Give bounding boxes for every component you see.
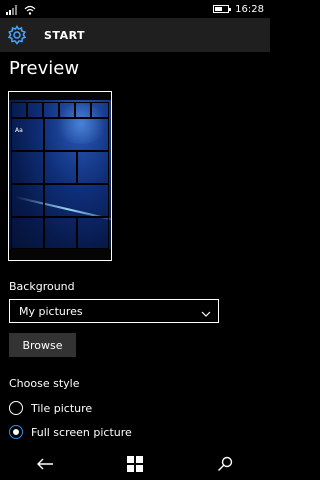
choose-style-label: Choose style [9, 377, 80, 390]
status-left [6, 0, 36, 19]
signal-icon [6, 0, 18, 19]
gear-icon[interactable] [0, 18, 34, 52]
radio-tile-picture[interactable]: Tile picture [9, 401, 92, 415]
background-label: Background [9, 280, 75, 293]
wifi-icon [24, 0, 36, 19]
app-bar: START [0, 18, 270, 52]
navigation-bar [0, 448, 270, 480]
preview-tile [77, 217, 109, 249]
status-right: 16:28 [213, 4, 264, 15]
preview-tile-label: Aa [15, 127, 23, 134]
preview-tile [44, 151, 77, 184]
radio-dot [13, 429, 19, 435]
background-select-value: My pictures [19, 304, 83, 318]
preview-tile [11, 184, 44, 217]
preview-tile [11, 151, 44, 184]
browse-button[interactable]: Browse [9, 333, 76, 357]
preview-tile [44, 184, 109, 217]
preview-tile [77, 151, 109, 184]
radio-button[interactable] [9, 401, 23, 415]
app-title: START [44, 28, 86, 42]
status-bar: 16:28 [0, 0, 270, 18]
radio-label: Tile picture [31, 401, 93, 415]
radio-full-screen-picture[interactable]: Full screen picture [9, 425, 132, 439]
radio-label: Full screen picture [31, 425, 132, 439]
preview-tile [91, 102, 109, 118]
preview-tile [59, 102, 75, 118]
preview-tile [11, 102, 27, 118]
preview-tile [44, 217, 77, 249]
preview-tile [43, 102, 59, 118]
status-time: 16:28 [235, 3, 264, 15]
preview-tile-aa: Aa [11, 118, 44, 151]
chevron-down-icon [201, 302, 211, 321]
battery-icon [213, 5, 232, 13]
radio-button-selected[interactable] [9, 425, 23, 439]
background-select[interactable]: My pictures [9, 299, 219, 323]
preview-status-bar [9, 92, 111, 100]
preview-tile [75, 102, 91, 118]
preview-tile [44, 118, 109, 151]
preview-frame: Aa [8, 91, 112, 261]
battery-fill [215, 7, 223, 11]
page-title: Preview [9, 58, 80, 79]
search-icon[interactable] [200, 448, 250, 480]
back-icon[interactable] [20, 448, 70, 480]
preview-nav-bar [9, 249, 111, 260]
windows-icon[interactable] [110, 448, 160, 480]
preview-tile [27, 102, 43, 118]
preview-screen: Aa [9, 100, 111, 249]
preview-tile [11, 217, 44, 249]
